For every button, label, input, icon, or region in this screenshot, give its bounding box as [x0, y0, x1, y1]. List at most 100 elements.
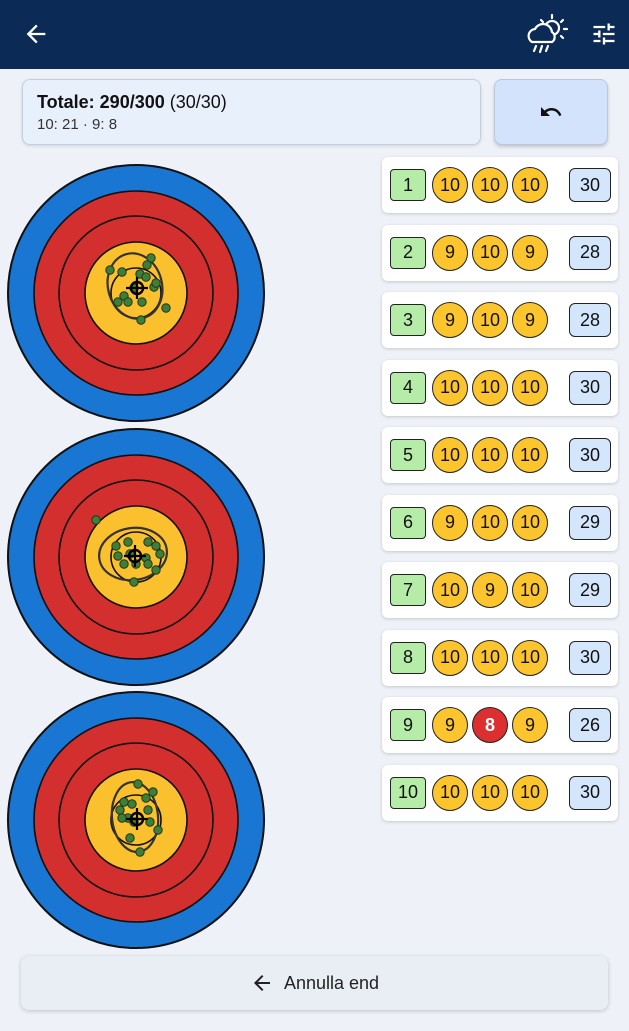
end-number: 1 [390, 169, 426, 201]
arrow-score[interactable]: 10 [512, 774, 548, 811]
cloud-sun-rain-icon[interactable] [522, 12, 570, 56]
end-number: 7 [390, 574, 426, 606]
end-row[interactable]: 1 10 10 10 30 [382, 157, 618, 213]
arrow-hit [113, 551, 123, 561]
arrow-hit [91, 515, 101, 525]
end-row[interactable]: 6 9 10 10 29 [382, 494, 618, 551]
arrow-hit [125, 833, 135, 843]
arrow-score[interactable]: 10 [432, 774, 468, 811]
end-total: 30 [569, 168, 611, 202]
arrow-hit [148, 787, 158, 797]
arrow-hit [117, 267, 127, 277]
end-total: 30 [569, 370, 611, 405]
arrow-score[interactable]: 8 [472, 707, 508, 743]
end-total: 29 [569, 573, 611, 607]
total-score-card: Totale: 290/300 (30/30) 10: 21 · 9: 8 [22, 79, 481, 145]
undo-icon [541, 107, 562, 116]
arrow-hit [151, 541, 161, 551]
end-row[interactable]: 10 10 10 10 30 [382, 764, 618, 821]
arrow-hit [123, 537, 133, 547]
arrow-score[interactable]: 10 [472, 639, 508, 676]
arrow-hit [117, 813, 127, 823]
end-total: 30 [569, 640, 611, 675]
end-number: 2 [390, 236, 426, 269]
arrow-score[interactable]: 10 [472, 504, 508, 541]
arrow-hit [151, 565, 161, 575]
end-row[interactable]: 3 9 10 9 28 [382, 292, 618, 348]
arrow-left-icon[interactable] [22, 20, 50, 48]
app-bar [0, 0, 629, 69]
annulla-end-button[interactable]: Annulla end [21, 956, 608, 1010]
arrow-score[interactable]: 10 [472, 774, 508, 811]
arrow-score[interactable]: 10 [432, 167, 468, 203]
arrow-score[interactable]: 10 [512, 572, 548, 608]
end-row[interactable]: 7 10 9 10 29 [382, 562, 618, 618]
end-total: 29 [569, 505, 611, 540]
undo-button[interactable] [494, 79, 608, 145]
end-row[interactable]: 8 10 10 10 30 [382, 629, 618, 686]
end-number: 8 [390, 641, 426, 674]
arrow-score[interactable]: 9 [512, 302, 548, 338]
end-row[interactable]: 2 9 10 9 28 [382, 224, 618, 281]
arrow-hit [141, 272, 151, 282]
arrow-hit [127, 799, 137, 809]
arrow-hit [133, 779, 143, 789]
arrow-score[interactable]: 10 [472, 369, 508, 406]
end-number: 9 [390, 709, 426, 741]
arrow-hit [141, 793, 151, 803]
arrow-score[interactable]: 10 [472, 302, 508, 338]
arrow-hit [135, 847, 145, 857]
arrow-score[interactable]: 9 [512, 234, 548, 271]
target-face-2[interactable] [7, 428, 265, 686]
arrow-score[interactable]: 10 [512, 504, 548, 541]
arrow-score[interactable]: 10 [432, 639, 468, 676]
arrow-hit [123, 297, 133, 307]
arrow-hit [143, 559, 153, 569]
end-number: 6 [390, 506, 426, 539]
end-total: 28 [569, 303, 611, 337]
arrow-hit [153, 825, 163, 835]
arrow-hit [105, 265, 115, 275]
arrow-score[interactable]: 9 [512, 707, 548, 743]
arrow-score[interactable]: 9 [432, 707, 468, 743]
end-total: 30 [569, 438, 611, 472]
arrow-score[interactable]: 10 [432, 369, 468, 406]
arrow-score[interactable]: 10 [472, 234, 508, 271]
target-faces [7, 164, 265, 949]
arrow-score[interactable]: 9 [432, 302, 468, 338]
arrow-score[interactable]: 10 [512, 639, 548, 676]
arrow-score[interactable]: 9 [472, 572, 508, 608]
end-row[interactable]: 5 10 10 10 30 [382, 427, 618, 483]
target-face-1[interactable] [7, 164, 265, 422]
arrow-hit [119, 559, 129, 569]
x-count: (30/30) [169, 92, 227, 112]
end-number: 3 [390, 304, 426, 336]
total-score-line: Totale: 290/300 (30/30) [37, 92, 227, 113]
arrow-score[interactable]: 9 [432, 504, 468, 541]
target-face-3[interactable] [7, 691, 265, 949]
end-total: 26 [569, 708, 611, 742]
arrow-hit [151, 278, 161, 288]
arrow-score[interactable]: 10 [472, 437, 508, 473]
arrow-score[interactable]: 10 [512, 167, 548, 203]
arrow-hit [143, 537, 153, 547]
arrow-score[interactable]: 10 [432, 572, 468, 608]
arrow-left-icon [253, 975, 270, 991]
total-score: Totale: 290/300 [37, 92, 165, 112]
arrow-score[interactable]: 10 [512, 369, 548, 406]
arrow-hit [115, 805, 125, 815]
arrow-score[interactable]: 9 [432, 234, 468, 271]
arrow-hit [119, 797, 129, 807]
end-row[interactable]: 4 10 10 10 30 [382, 359, 618, 416]
end-row[interactable]: 9 9 8 9 26 [382, 697, 618, 753]
arrow-hit [111, 541, 121, 551]
arrow-score[interactable]: 10 [512, 437, 548, 473]
arrow-hit [142, 260, 152, 270]
arrow-hit [137, 297, 147, 307]
arrow-hit [113, 297, 123, 307]
arrow-score[interactable]: 10 [472, 167, 508, 203]
arrow-hit [136, 315, 146, 325]
tune-sliders-icon[interactable] [590, 20, 618, 48]
arrow-score[interactable]: 10 [432, 437, 468, 473]
end-total: 28 [569, 235, 611, 270]
